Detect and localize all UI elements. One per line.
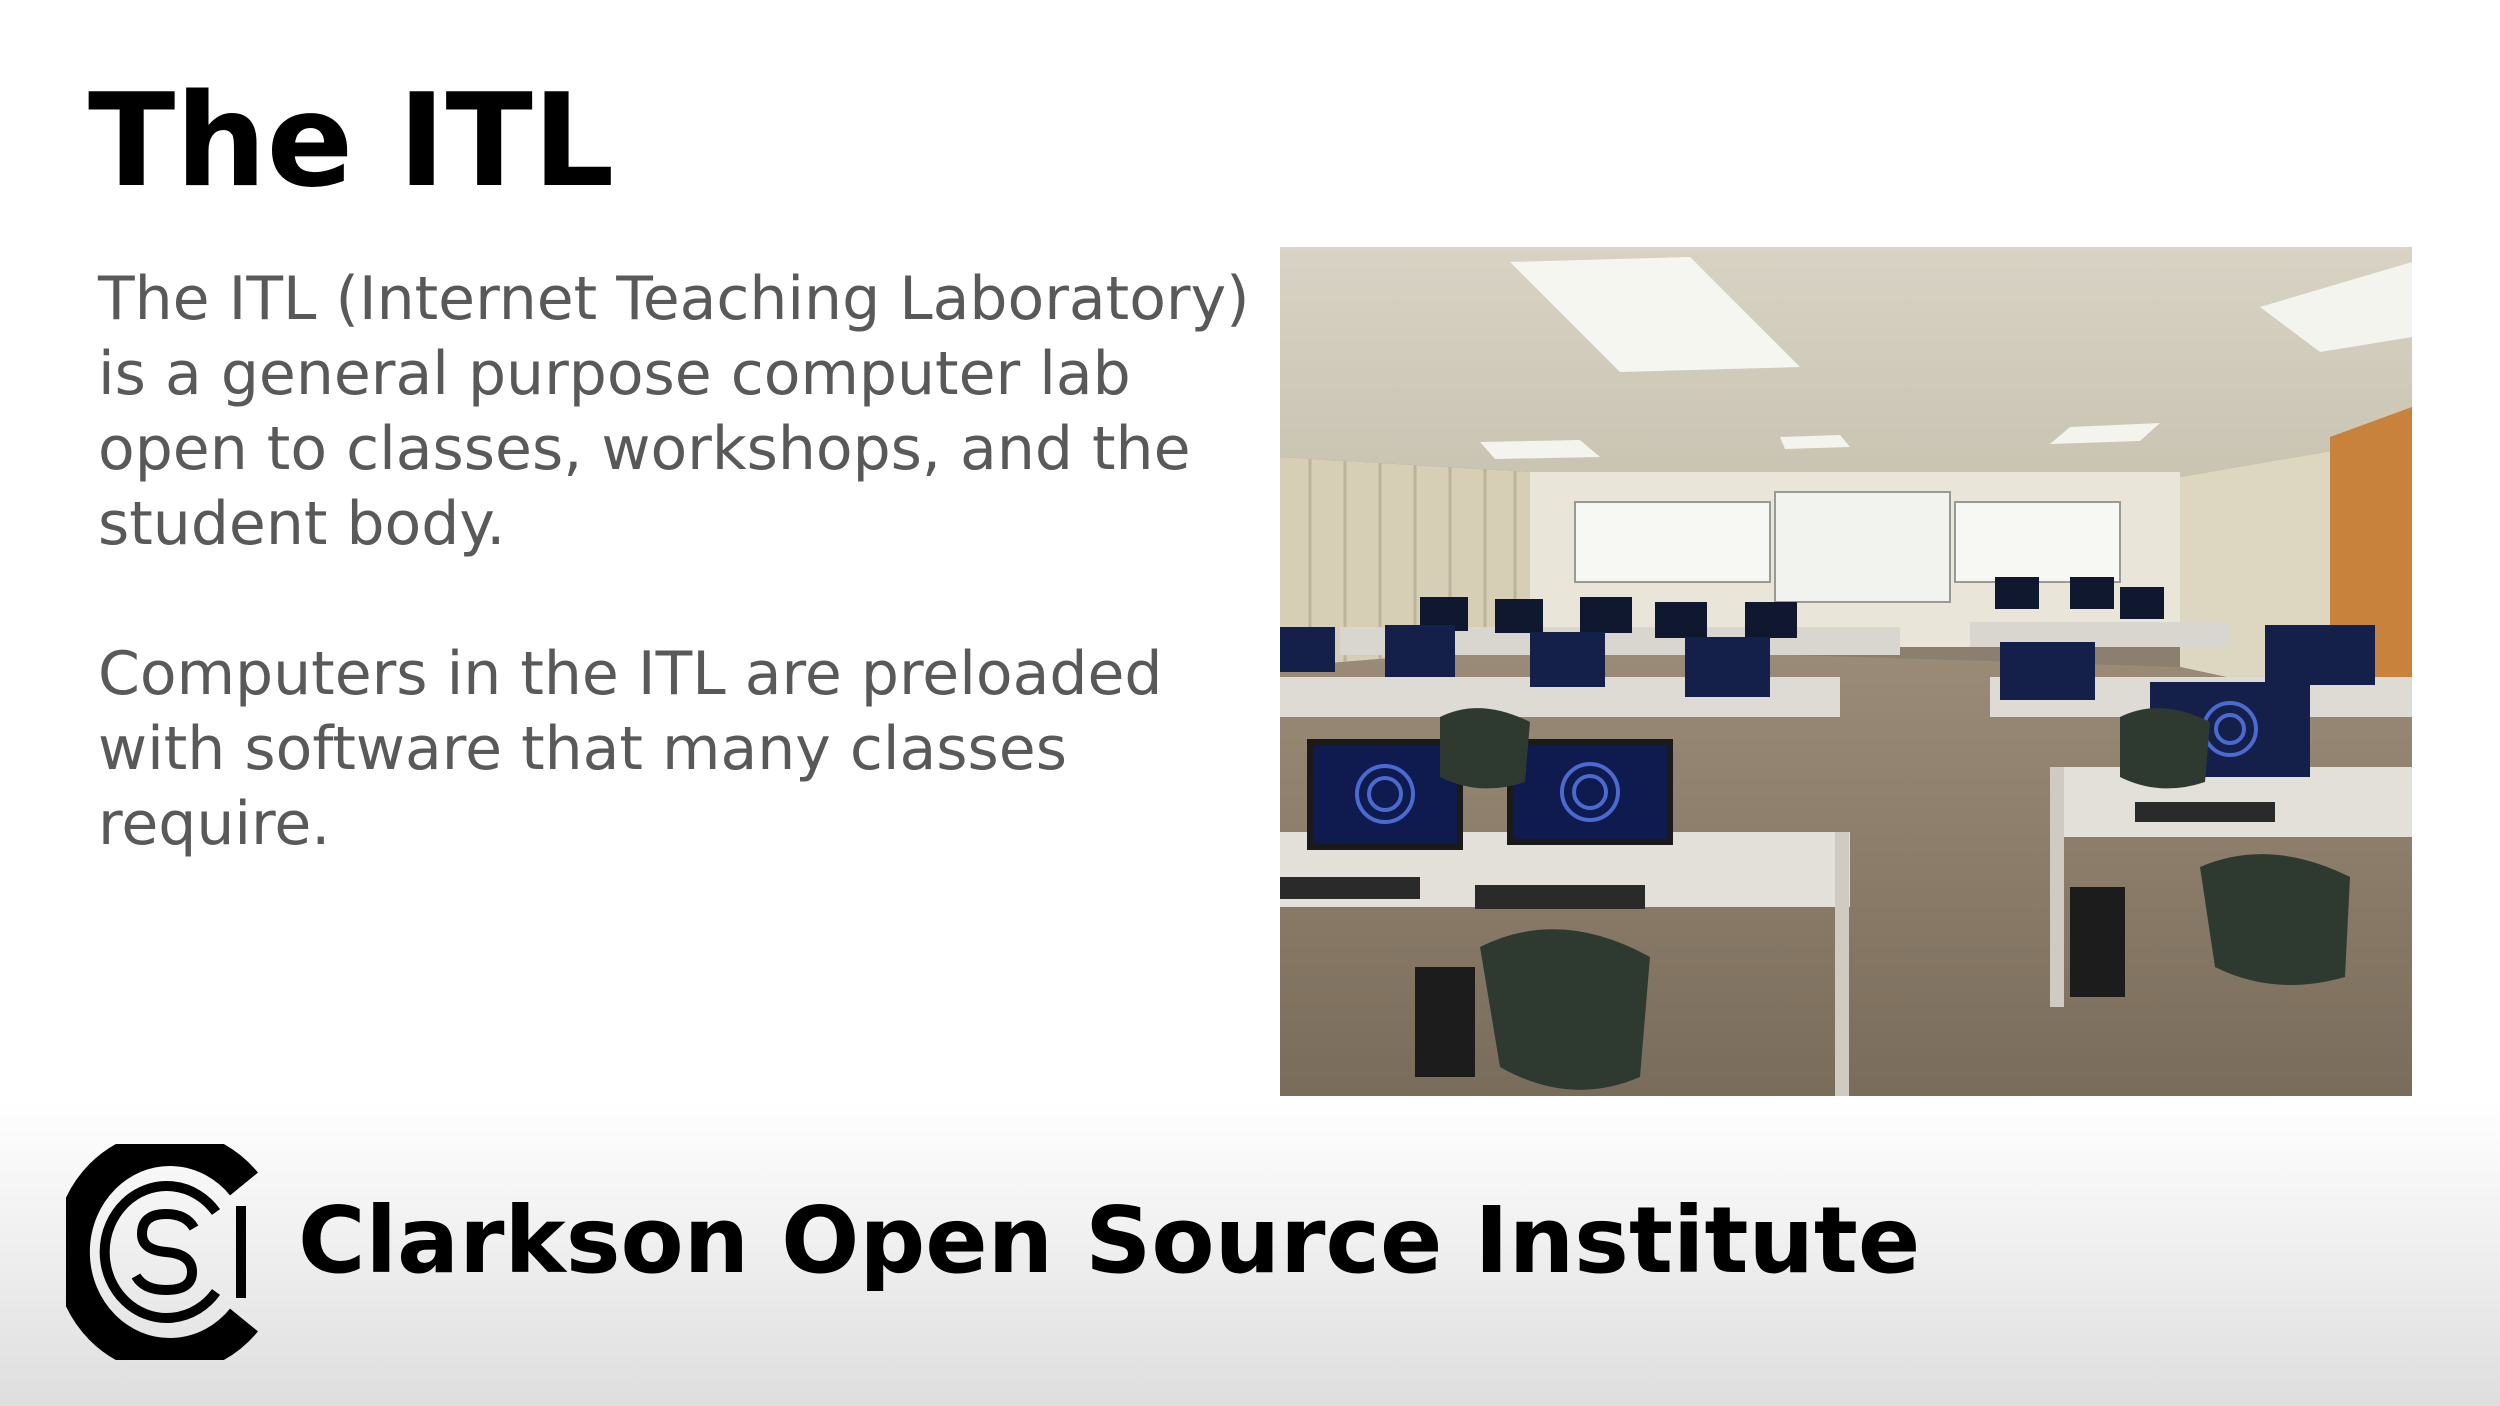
cosi-logo-mark <box>66 1144 258 1360</box>
cosi-logo <box>66 1144 258 1360</box>
body-paragraph-2: Computers in the ITL are preloaded with … <box>98 639 1163 859</box>
body-paragraph-1: The ITL (Internet Teaching Laboratory) i… <box>98 264 1250 559</box>
lab-photo <box>1280 247 2412 1096</box>
slide-body: The ITL (Internet Teaching Laboratory) i… <box>98 262 1258 937</box>
organization-name: Clarkson Open Source Institute <box>298 1187 1921 1294</box>
slide-title: The ITL <box>88 67 615 216</box>
lab-photo-illustration <box>1280 247 2412 1096</box>
slide: The ITL The ITL (Internet Teaching Labor… <box>0 0 2500 1406</box>
